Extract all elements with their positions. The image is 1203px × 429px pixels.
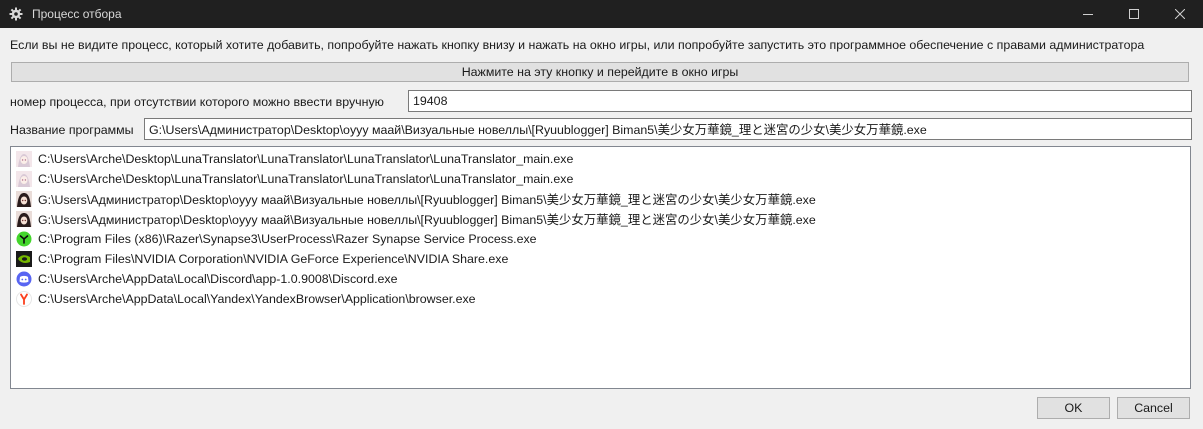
list-item[interactable]: C:\Program Files (x86)\Razer\Synapse3\Us… xyxy=(11,229,1190,249)
anime-avatar-icon xyxy=(16,151,32,167)
list-item[interactable]: C:\Users\Arche\AppData\Local\Discord\app… xyxy=(11,269,1190,289)
process-path: C:\Users\Arche\Desktop\LunaTranslator\Lu… xyxy=(38,172,574,186)
nvidia-icon xyxy=(16,251,32,267)
close-button[interactable] xyxy=(1157,0,1203,28)
hint-text: Если вы не видите процесс, который хотит… xyxy=(10,38,1145,52)
list-item[interactable]: G:\Users\Администратор\Desktop\oyyy маай… xyxy=(11,209,1190,229)
anime-avatar-icon xyxy=(16,171,32,187)
process-path: C:\Users\Arche\AppData\Local\Yandex\Yand… xyxy=(38,292,476,306)
process-list[interactable]: C:\Users\Arche\Desktop\LunaTranslator\Lu… xyxy=(10,146,1191,389)
title-bar: Процесс отбора xyxy=(0,0,1203,28)
minimize-icon xyxy=(1083,14,1093,15)
game-girl-icon xyxy=(16,211,32,227)
list-item[interactable]: C:\Users\Arche\AppData\Local\Yandex\Yand… xyxy=(11,289,1190,309)
discord-icon xyxy=(16,271,32,287)
process-path: C:\Users\Arche\Desktop\LunaTranslator\Lu… xyxy=(38,152,574,166)
maximize-button[interactable] xyxy=(1111,0,1157,28)
list-item[interactable]: G:\Users\Администратор\Desktop\oyyy маай… xyxy=(11,189,1190,209)
window-controls xyxy=(1065,0,1203,28)
process-path: C:\Users\Arche\AppData\Local\Discord\app… xyxy=(38,272,398,286)
window-title: Процесс отбора xyxy=(32,7,122,21)
process-path: C:\Program Files\NVIDIA Corporation\NVID… xyxy=(38,252,509,266)
yandex-icon xyxy=(16,291,32,307)
gear-icon xyxy=(9,7,23,21)
program-name-label: Название программы xyxy=(10,123,134,137)
process-path: G:\Users\Администратор\Desktop\oyyy маай… xyxy=(38,213,816,227)
list-item[interactable]: C:\Program Files\NVIDIA Corporation\NVID… xyxy=(11,249,1190,269)
close-icon xyxy=(1175,9,1185,19)
pid-label: номер процесса, при отсутствии которого … xyxy=(10,95,384,109)
process-path: G:\Users\Администратор\Desktop\oyyy маай… xyxy=(38,193,816,207)
game-girl-icon xyxy=(16,191,32,207)
maximize-icon xyxy=(1129,9,1139,19)
ok-button[interactable]: OK xyxy=(1037,397,1110,419)
list-item[interactable]: C:\Users\Arche\Desktop\LunaTranslator\Lu… xyxy=(11,149,1190,169)
minimize-button[interactable] xyxy=(1065,0,1111,28)
cancel-button[interactable]: Cancel xyxy=(1117,397,1190,419)
list-item[interactable]: C:\Users\Arche\Desktop\LunaTranslator\Lu… xyxy=(11,169,1190,189)
pick-window-button[interactable]: Нажмите на эту кнопку и перейдите в окно… xyxy=(11,62,1189,82)
pid-input[interactable] xyxy=(408,90,1192,112)
program-name-input[interactable] xyxy=(144,118,1192,140)
razer-icon xyxy=(16,231,32,247)
process-path: C:\Program Files (x86)\Razer\Synapse3\Us… xyxy=(38,232,537,246)
